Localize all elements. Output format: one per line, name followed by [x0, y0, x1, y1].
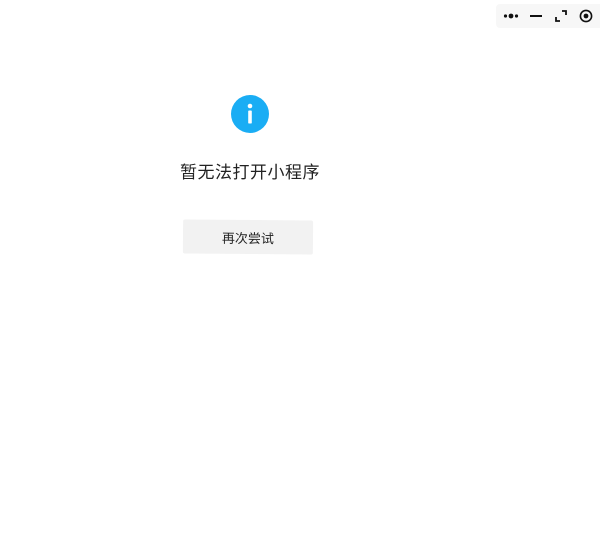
- error-message: 暂无法打开小程序: [180, 163, 320, 183]
- mini-program-capsule: [496, 4, 600, 28]
- info-icon: [231, 95, 269, 133]
- more-dots-icon: [503, 13, 518, 19]
- fullscreen-button[interactable]: [550, 5, 572, 27]
- minimize-icon: [529, 15, 542, 17]
- close-button[interactable]: [575, 5, 597, 27]
- error-page: 暂无法打开小程序 再次尝试: [0, 0, 500, 534]
- more-button[interactable]: [500, 5, 522, 27]
- close-circle-icon: [579, 9, 592, 23]
- minimize-button[interactable]: [525, 5, 547, 27]
- fullscreen-icon: [554, 10, 567, 22]
- retry-button[interactable]: 再次尝试: [182, 219, 314, 255]
